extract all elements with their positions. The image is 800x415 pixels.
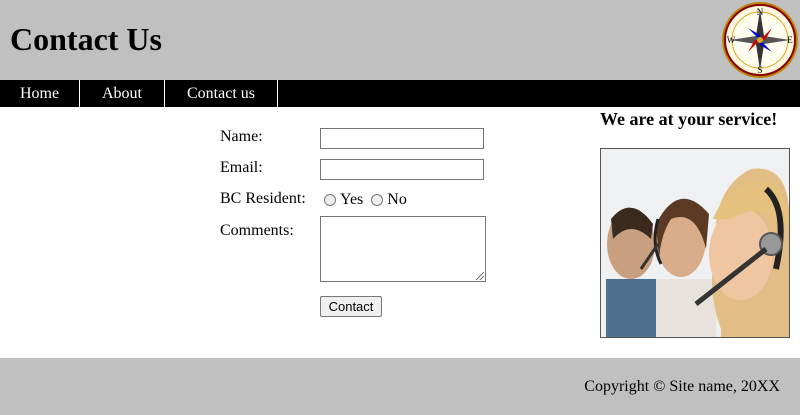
nav-item-home[interactable]: Home [0, 80, 80, 107]
nav-item-about[interactable]: About [80, 80, 165, 107]
resident-no-radio[interactable] [371, 194, 384, 206]
resize-grip-icon[interactable] [476, 272, 484, 280]
service-heading: We are at your service! [600, 109, 778, 129]
resident-yes-radio[interactable] [324, 194, 336, 206]
name-input[interactable] [320, 128, 484, 149]
site-footer: Copyright © Site name, 20XX [0, 358, 800, 415]
compass-icon: N S E W [720, 1, 800, 79]
page-title: Contact Us [10, 21, 162, 57]
email-label: Email: [220, 159, 263, 176]
compass-east-label: E [787, 35, 793, 45]
main-nav: Home About Contact us [0, 80, 800, 107]
comments-textarea[interactable] [320, 216, 486, 282]
contact-submit-button[interactable]: Contact [320, 296, 382, 317]
site-header: Contact Us N S E W [0, 0, 800, 80]
comments-label: Comments: [220, 222, 294, 239]
compass-west-label: W [727, 35, 736, 45]
name-label: Name: [220, 128, 263, 145]
compass-north-label: N [757, 7, 764, 17]
resident-yes-label: Yes [340, 191, 364, 208]
call-center-agents-photo [600, 148, 790, 338]
bc-resident-label: BC Resident: [220, 190, 306, 207]
compass-south-label: S [757, 65, 762, 75]
copyright-text: Copyright © Site name, 20XX [584, 378, 780, 395]
email-input[interactable] [320, 159, 484, 180]
nav-item-contact[interactable]: Contact us [165, 80, 278, 107]
resident-no-label: No [387, 191, 407, 208]
bc-resident-radio-group: Yes No [324, 191, 415, 209]
